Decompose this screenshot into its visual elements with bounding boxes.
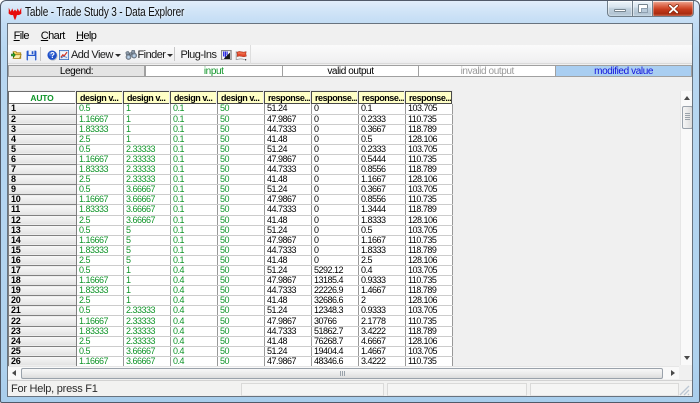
svg-text:?: ? xyxy=(50,50,55,59)
